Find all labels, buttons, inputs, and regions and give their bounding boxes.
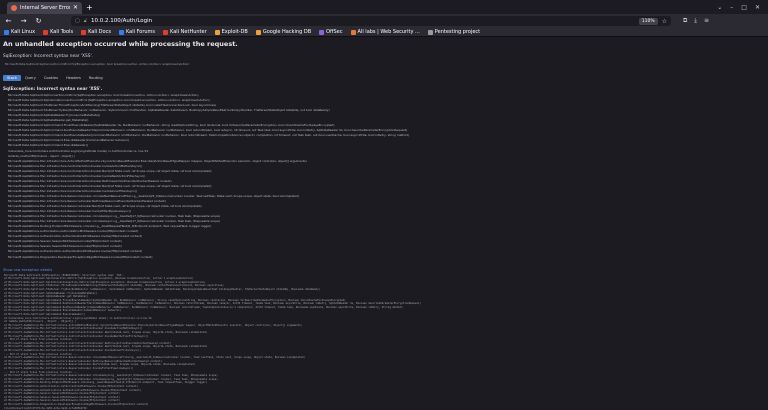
bookmark-item[interactable]: Pentesting project bbox=[427, 29, 481, 35]
maximize-icon[interactable]: □ bbox=[741, 4, 747, 11]
new-tab-icon[interactable]: + bbox=[86, 2, 93, 14]
bookmark-item[interactable]: Exploit-DB bbox=[214, 29, 248, 35]
bookmark-favicon-icon bbox=[319, 29, 325, 35]
bookmark-favicon-icon bbox=[43, 29, 49, 35]
bookmarks-bar: Kali Linux Kali Tools Kali Docs Kali Forums… bbox=[0, 28, 768, 37]
url-bar[interactable]: ▢ 🔓︎ 10.0.2.100/Auth/Login 110% ☆ bbox=[71, 16, 671, 26]
insecure-lock-icon[interactable]: 🔓︎ bbox=[84, 18, 87, 24]
bookmark-label: Kali NetHunter bbox=[170, 29, 207, 35]
bookmark-label: Pentesting project bbox=[434, 29, 481, 35]
bookmark-label: Kali Docs bbox=[88, 29, 111, 35]
tab-routing[interactable]: Routing bbox=[85, 75, 107, 81]
stack-title: SqlException: Incorrect syntax near 'XSS… bbox=[3, 86, 103, 91]
tab-title: Internal Server Error bbox=[20, 5, 70, 11]
tab-cookies[interactable]: Cookies bbox=[40, 75, 62, 81]
bookmark-item[interactable]: Kali Tools bbox=[43, 29, 73, 35]
bookmark-label: All labs | Web Security ... bbox=[357, 29, 420, 35]
error-tabs: Stack Query Cookies Headers Routing bbox=[3, 75, 765, 81]
stack-frame[interactable]: Microsoft.AspNetCore.Diagnostics.Develop… bbox=[8, 255, 748, 260]
bookmark-favicon-icon bbox=[214, 29, 220, 35]
back-icon[interactable]: ← bbox=[4, 17, 13, 25]
tab-headers[interactable]: Headers bbox=[62, 75, 85, 81]
tab-list-icon[interactable]: ⌄ bbox=[717, 4, 722, 11]
bookmark-label: Exploit-DB bbox=[221, 29, 248, 35]
bookmark-favicon-icon bbox=[255, 29, 261, 35]
reload-icon[interactable]: ↻ bbox=[34, 17, 43, 25]
bookmark-item[interactable]: Kali NetHunter bbox=[163, 29, 207, 35]
bookmark-label: Google Hacking DB bbox=[262, 29, 312, 35]
forward-icon[interactable]: → bbox=[19, 17, 28, 25]
minimize-icon[interactable]: – bbox=[730, 4, 733, 11]
bookmark-label: Kali Linux bbox=[11, 29, 36, 35]
exception-title: SqlException: Incorrect syntax near 'XSS… bbox=[3, 54, 94, 59]
extensions-icon[interactable]: ⧉ bbox=[683, 17, 687, 25]
menu-icon[interactable]: ≡ bbox=[704, 17, 709, 25]
bookmark-favicon-icon bbox=[427, 29, 433, 35]
zoom-level-badge[interactable]: 110% bbox=[638, 17, 658, 25]
bookmark-item[interactable]: Kali Linux bbox=[4, 29, 35, 35]
bookmark-item[interactable]: Kali Forums bbox=[118, 29, 156, 35]
page-title: An unhandled exception occurred while pr… bbox=[3, 40, 238, 48]
bookmark-star-icon[interactable]: ☆ bbox=[662, 18, 667, 25]
bookmark-favicon-icon bbox=[350, 29, 356, 35]
toolbar-right: ⧉ ⤓ ≡ bbox=[683, 17, 709, 25]
bookmark-favicon-icon bbox=[4, 29, 9, 35]
tab-stack[interactable]: Stack bbox=[3, 75, 21, 81]
raw-exception-details: Microsoft.Data.SqlClient.SqlException (0… bbox=[4, 274, 765, 410]
bookmark-label: OffSec bbox=[326, 29, 343, 35]
bookmark-label: Kali Tools bbox=[50, 29, 74, 35]
url-text[interactable]: 10.0.2.100/Auth/Login bbox=[91, 18, 152, 24]
bookmark-label: Kali Forums bbox=[125, 29, 156, 35]
downloads-icon[interactable]: ⤓ bbox=[694, 17, 697, 25]
page-info-icon[interactable]: ▢ bbox=[75, 18, 80, 24]
tab-favicon-icon bbox=[11, 5, 17, 11]
tab-bar: Internal Server Error ✕ + ⌄ – □ ✕ bbox=[0, 0, 768, 14]
bookmark-item[interactable]: OffSec bbox=[319, 29, 343, 35]
bookmark-favicon-icon bbox=[118, 29, 124, 35]
window-controls: ⌄ – □ ✕ bbox=[717, 0, 768, 14]
close-tab-icon[interactable]: ✕ bbox=[73, 5, 78, 11]
bookmark-item[interactable]: Google Hacking DB bbox=[255, 29, 312, 35]
show-raw-exception-link[interactable]: Show raw exception details bbox=[3, 268, 765, 272]
bookmark-item[interactable]: All labs | Web Security ... bbox=[350, 29, 420, 35]
browser-tab[interactable]: Internal Server Error ✕ bbox=[7, 2, 82, 14]
exception-location: Microsoft.Data.SqlClient.SqlConnection.O… bbox=[5, 62, 190, 66]
bookmark-favicon-icon bbox=[81, 29, 87, 35]
stack-frames: Microsoft.Data.SqlClient.SqlConnection.O… bbox=[8, 93, 765, 260]
close-window-icon[interactable]: ✕ bbox=[755, 4, 760, 11]
bookmark-item[interactable]: Kali Docs bbox=[81, 29, 111, 35]
tab-query[interactable]: Query bbox=[21, 75, 40, 81]
bookmark-favicon-icon bbox=[163, 29, 169, 35]
error-page: An unhandled exception occurred while pr… bbox=[0, 37, 768, 410]
navigation-bar: ← → ↻ ▢ 🔓︎ 10.0.2.100/Auth/Login 110% ☆ … bbox=[0, 14, 768, 28]
